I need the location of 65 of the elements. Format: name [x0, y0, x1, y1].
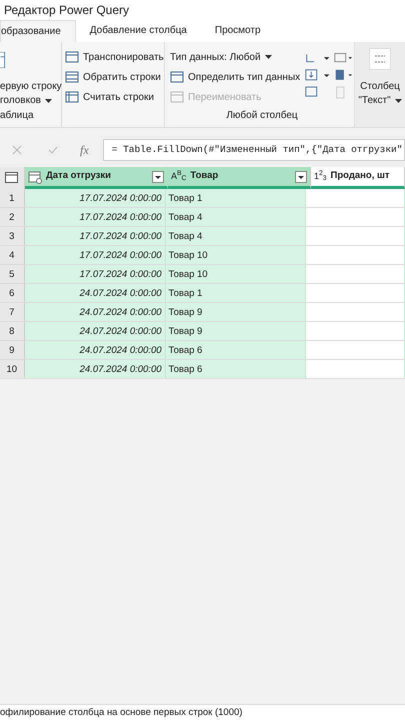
check-icon[interactable] — [48, 145, 58, 155]
table-cell: Товар 10 — [166, 265, 306, 283]
row-number: 4 — [0, 246, 25, 264]
row-number: 6 — [0, 284, 25, 302]
table-cell: Товар 4 — [166, 227, 306, 245]
caret-icon — [394, 99, 402, 103]
row-number: 3 — [0, 227, 25, 245]
ribbon-tab[interactable]: Просмотр — [200, 20, 275, 42]
ribbon-command: Переименовать — [170, 90, 300, 104]
table-cell: 17.07.2024 0:00:00 — [24, 246, 166, 264]
command-label: Столбец — [360, 80, 400, 94]
table-cell: 17.07.2024 0:00:00 — [24, 208, 166, 226]
status-bar: офилирование столбца на основе первых строк (1000) — [0, 704, 405, 720]
grid-icon — [65, 51, 79, 63]
column-header[interactable]: Дата отгрузки — [25, 167, 168, 189]
table-cell: Товар 1 — [166, 284, 306, 302]
command-label[interactable]: ервую строку — [0, 80, 61, 94]
rename-icon — [170, 91, 184, 103]
fx-label[interactable]: fx — [80, 141, 89, 159]
row-number: 1 — [0, 189, 25, 207]
group-label: аблица — [0, 109, 35, 123]
ribbon-command[interactable]: Считать строки — [65, 90, 164, 104]
ribbon-tab[interactable]: образование — [0, 20, 76, 42]
table-cell: 17.07.2024 0:00:00 — [24, 189, 166, 207]
row-number: 8 — [0, 322, 25, 340]
dropdown-icon[interactable] — [152, 170, 164, 182]
list-icon — [65, 91, 79, 103]
table-cell: 17.07.2024 0:00:00 — [24, 227, 166, 245]
row-number: 10 — [0, 360, 25, 378]
row-number: 2 — [0, 208, 25, 226]
row-number: 7 — [0, 303, 25, 321]
group-label: Любой столбец — [225, 109, 299, 123]
table-cell: 17.07.2024 0:00:00 — [24, 265, 166, 283]
rows-icon — [65, 71, 79, 83]
table-cell: Товар 6 — [166, 341, 306, 359]
table-cell: Товар 6 — [166, 360, 306, 378]
row-number: 5 — [0, 265, 25, 283]
formula-field[interactable]: = Table.FillDown(#"Измененный тип",{"Дата отгрузки" — [102, 139, 405, 161]
text-column-button[interactable]: Столбец "Текст" — [355, 42, 405, 127]
table-cell: Товар 9 — [166, 303, 306, 321]
table-cell: Товар 4 — [166, 208, 306, 226]
window-title: Редактор Power Query — [0, 0, 405, 20]
table-cell: 24.07.2024 0:00:00 — [24, 322, 166, 340]
table-cell: Товар 10 — [166, 246, 306, 264]
column-header[interactable]: 1$^{2}$$_{3}$ Продано, шт — [311, 167, 405, 189]
table-cell: Товар 9 — [166, 322, 306, 340]
ribbon-command[interactable]: Определить тип данных — [170, 70, 300, 84]
column-header[interactable]: A$^{B}$$_{C}$ Товар — [168, 167, 311, 189]
caret-icon — [264, 55, 272, 59]
command-label[interactable]: головков — [0, 94, 61, 108]
ribbon-command[interactable]: Обратить строки — [65, 70, 164, 84]
row-number: 9 — [0, 341, 25, 359]
table-cell: Товар 1 — [166, 189, 306, 207]
caret-icon — [44, 99, 52, 103]
dropdown-icon[interactable] — [295, 170, 307, 182]
table-menu-button[interactable] — [0, 167, 25, 189]
table-cell: 24.07.2024 0:00:00 — [24, 341, 166, 359]
command-label: "Текст" — [358, 94, 402, 108]
calendar-icon[interactable] — [28, 170, 42, 184]
ribbon-tab[interactable]: Добавление столбца — [76, 20, 201, 42]
ribbon-command[interactable]: Транспонировать — [65, 50, 164, 64]
table-cell: 24.07.2024 0:00:00 — [24, 303, 166, 321]
ribbon-command[interactable]: Тип данных: Любой — [170, 50, 300, 64]
table-cell: 24.07.2024 0:00:00 — [24, 360, 166, 378]
table-cell: 24.07.2024 0:00:00 — [24, 284, 166, 302]
